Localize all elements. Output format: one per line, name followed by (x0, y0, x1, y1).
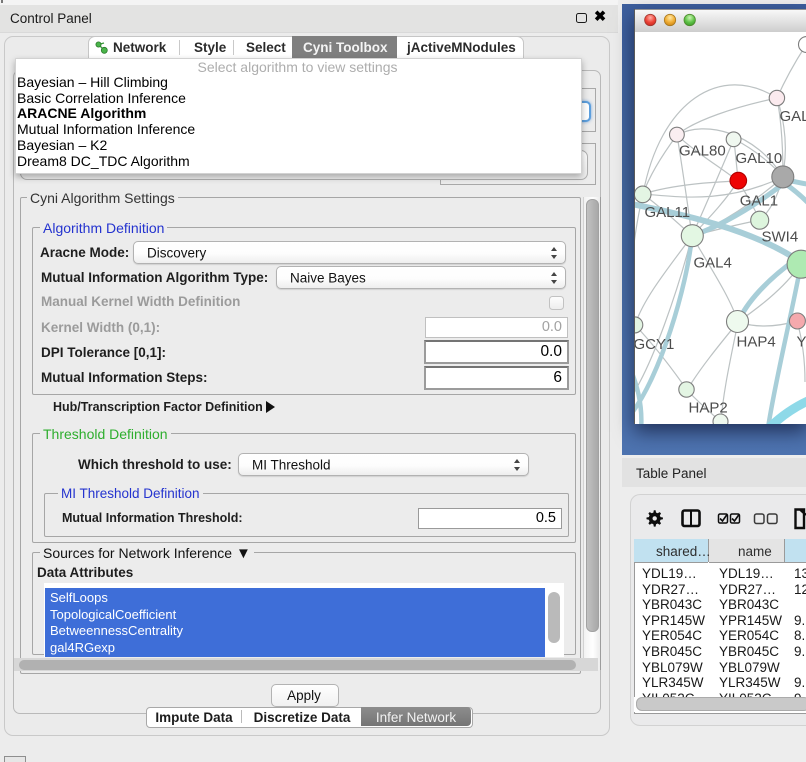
svg-text:GAL80: GAL80 (679, 143, 726, 160)
svg-text:GAL1: GAL1 (740, 193, 778, 210)
svg-text:HAP2: HAP2 (689, 400, 728, 417)
svg-text:HAP4: HAP4 (737, 334, 776, 351)
svg-text:GAL7: GAL7 (780, 108, 806, 125)
svg-text:GAL10: GAL10 (736, 150, 783, 167)
svg-text:GAL11: GAL11 (645, 204, 691, 221)
svg-text:GCY1: GCY1 (635, 336, 674, 353)
svg-text:GAL4: GAL4 (694, 255, 732, 272)
svg-text:YM: YM (797, 334, 806, 351)
svg-text:SWI4: SWI4 (762, 229, 799, 246)
